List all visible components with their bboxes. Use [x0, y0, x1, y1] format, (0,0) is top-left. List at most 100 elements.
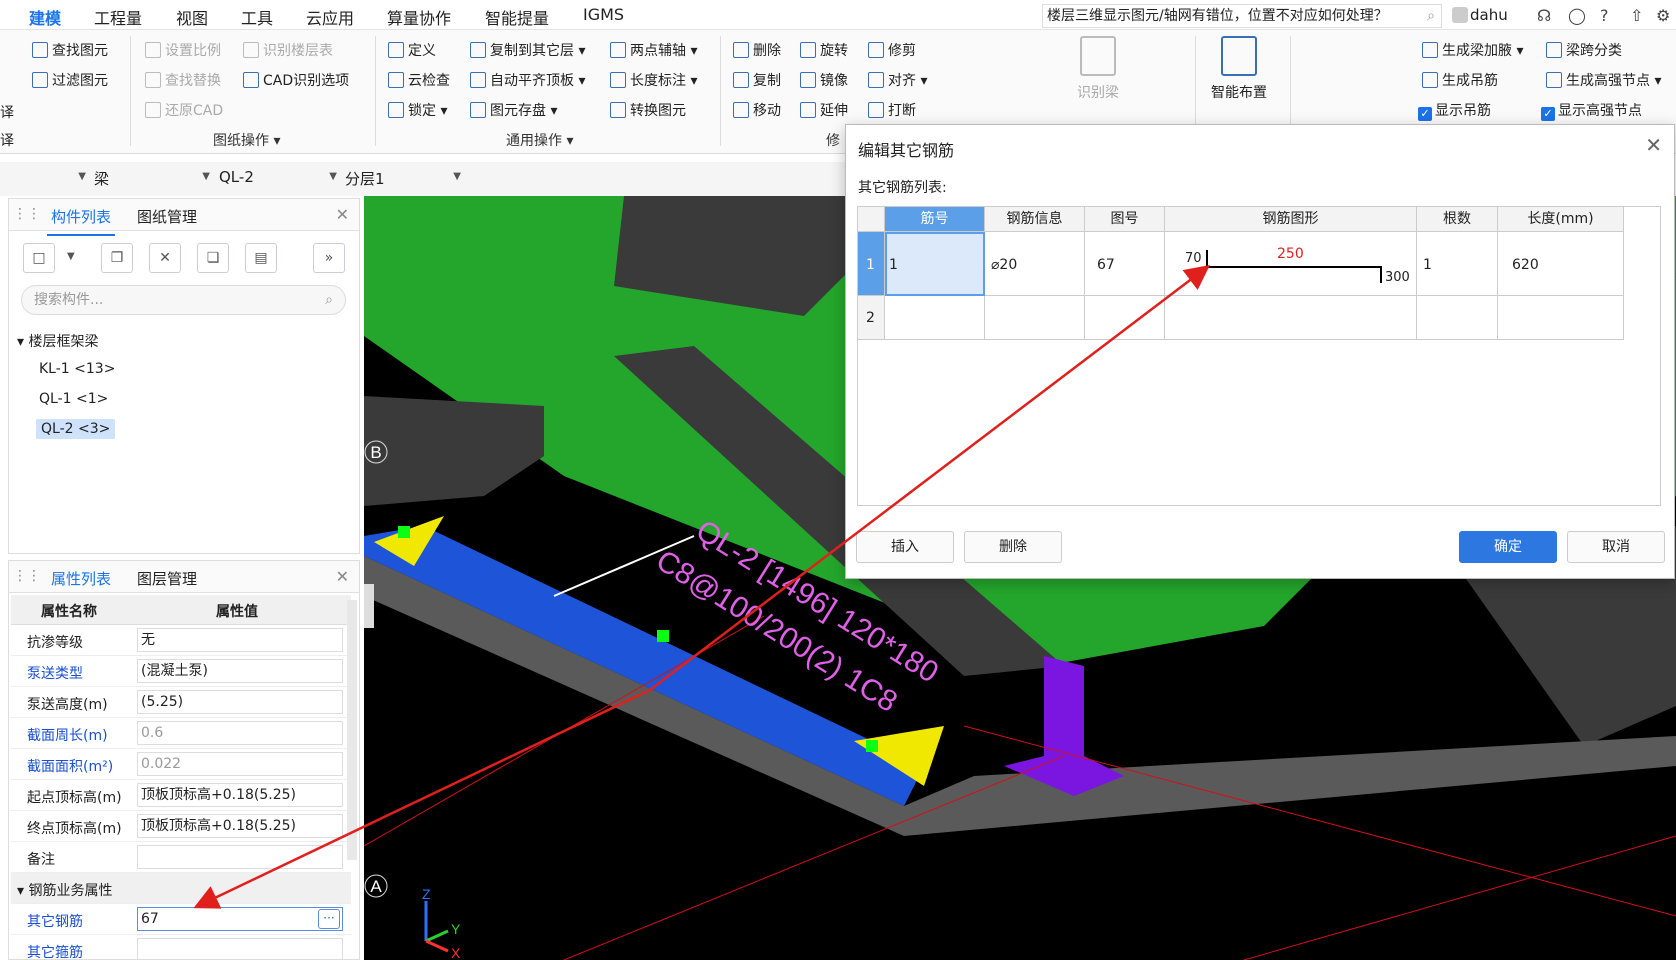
question-search-box[interactable]: 楼层三维显示图元/轴网有错位，位置不对应如何处理？ ⌕	[1042, 4, 1442, 28]
show-hs-node-checkbox[interactable]: ✓ 显示高强节点	[1541, 100, 1642, 121]
cell-length[interactable]	[1498, 296, 1624, 340]
delete-button[interactable]: 删除	[733, 40, 781, 60]
group-label-modify[interactable]: 修	[826, 130, 840, 150]
copy-to-floor-button[interactable]: 复制到其它层 ▾	[470, 40, 585, 60]
gen-haunch-button[interactable]: 生成梁加腋 ▾	[1422, 40, 1523, 60]
property-value[interactable]: 顶板顶标高+0.18(5.25)	[137, 814, 343, 838]
cell-figure-no[interactable]	[1085, 296, 1165, 340]
property-scrollbar[interactable]	[347, 600, 357, 860]
row-header[interactable]: 2	[858, 296, 885, 340]
row-header[interactable]: 1	[858, 232, 885, 296]
identify-beam-button[interactable]: 识别梁	[1075, 36, 1121, 102]
find-element-button[interactable]: 查找图元	[32, 40, 108, 60]
align-button[interactable]: 对齐 ▾	[868, 70, 927, 90]
element-store-button[interactable]: 图元存盘 ▾	[470, 100, 557, 120]
section-rebar[interactable]: ▾ 钢筋业务属性	[11, 873, 351, 904]
filter-element-button[interactable]: 过滤图元	[32, 70, 108, 90]
chat-icon[interactable]: ◯	[1568, 6, 1586, 25]
menu-igms[interactable]: IGMS	[583, 5, 624, 24]
property-value[interactable]: (混凝土泵)	[137, 659, 343, 683]
copy-component-button[interactable]: ❐	[101, 243, 133, 273]
define-button[interactable]: 定义	[388, 40, 436, 60]
two-point-axis-button[interactable]: 两点辅轴 ▾	[610, 40, 697, 60]
sublayer-select[interactable]: 分层1 ▼	[345, 168, 461, 189]
chevron-down-icon[interactable]: ▼	[67, 251, 75, 262]
help-icon[interactable]: ?	[1600, 6, 1609, 25]
close-icon[interactable]: ✕	[336, 205, 349, 224]
menu-quantity[interactable]: 工程量	[94, 5, 142, 29]
property-value[interactable]	[137, 938, 343, 959]
menu-modeling[interactable]: 建模	[29, 5, 62, 33]
property-value[interactable]: 顶板顶标高+0.18(5.25)	[137, 783, 343, 807]
auto-flat-button[interactable]: 自动平齐顶板 ▾	[470, 70, 585, 90]
smart-layout-button[interactable]: 智能布置	[1205, 36, 1273, 102]
component-search-input[interactable]: 搜索构件... ⌕	[21, 285, 346, 315]
cell-bar-shape[interactable]: 70 250 300	[1165, 232, 1417, 296]
move-button[interactable]: 移动	[733, 100, 781, 120]
cancel-button[interactable]: 取消	[1567, 531, 1665, 563]
layer-select[interactable]: 梁 ▼	[94, 168, 210, 189]
save-component-button[interactable]: ▤	[245, 243, 277, 273]
component-select[interactable]: QL-2 ▼	[219, 168, 337, 186]
cell-length[interactable]: 620	[1498, 232, 1624, 296]
cloud-check-button[interactable]: 云检查	[388, 70, 450, 90]
headset-icon[interactable]: ☊	[1537, 6, 1551, 25]
search-icon[interactable]: ⌕	[1427, 5, 1435, 27]
tab-property-list[interactable]: 属性列表	[46, 568, 116, 598]
menu-view[interactable]: 视图	[176, 5, 208, 29]
tree-root-frame-beam[interactable]: ▾ 楼层框架梁	[17, 331, 98, 351]
cell-bar-info[interactable]: ⌀20	[985, 232, 1085, 296]
drag-grip-icon[interactable]: ⋮⋮	[13, 206, 41, 222]
cell-figure-no[interactable]: 67	[1085, 232, 1165, 296]
group-label-drawing[interactable]: 图纸操作 ▾	[213, 130, 280, 150]
property-value[interactable]: 无	[137, 628, 343, 652]
property-value[interactable]	[137, 845, 343, 869]
skin-icon[interactable]: ⇧	[1630, 6, 1643, 25]
cell-bar-info[interactable]	[985, 296, 1085, 340]
insert-button[interactable]: 插入	[856, 531, 954, 563]
tab-layer-management[interactable]: 图层管理	[137, 568, 197, 589]
find-replace-button[interactable]: 查找替换	[145, 70, 221, 90]
delete-component-button[interactable]: ✕	[149, 243, 181, 273]
more-button[interactable]: »	[313, 243, 345, 273]
property-value[interactable]: (5.25)	[137, 690, 343, 714]
new-component-button[interactable]: □	[23, 243, 55, 273]
tab-component-list[interactable]: 构件列表	[46, 206, 116, 236]
layer-copy-button[interactable]: ❏	[197, 243, 229, 273]
copy-button[interactable]: 复制	[733, 70, 781, 90]
cad-options-button[interactable]: CAD识别选项	[243, 70, 349, 90]
tree-item-kl1[interactable]: KL-1 <13>	[39, 361, 115, 377]
mirror-button[interactable]: 镜像	[800, 70, 848, 90]
settings-icon[interactable]: ⚙	[1656, 6, 1670, 25]
gen-hanger-button[interactable]: 生成吊筋	[1422, 70, 1498, 90]
identify-floor-table-button[interactable]: 识别楼层表	[243, 40, 333, 60]
tree-item-ql2[interactable]: QL-2 <3>	[36, 419, 116, 439]
group-label-general[interactable]: 通用操作 ▾	[506, 130, 573, 150]
restore-cad-button[interactable]: 还原CAD	[145, 100, 223, 120]
delete-row-button[interactable]: 删除	[964, 531, 1062, 563]
cell-bar-no[interactable]: 1	[885, 232, 985, 296]
ellipsis-button[interactable]: ···	[318, 909, 340, 929]
lock-button[interactable]: 锁定 ▾	[388, 100, 447, 120]
other-rebar-input[interactable]: 67 ···	[137, 907, 343, 931]
ok-button[interactable]: 确定	[1459, 531, 1557, 563]
close-icon[interactable]: ✕	[1645, 133, 1662, 157]
cell-count[interactable]: 1	[1417, 232, 1498, 296]
length-dim-button[interactable]: 长度标注 ▾	[610, 70, 697, 90]
cell-count[interactable]	[1417, 296, 1498, 340]
menu-cloud[interactable]: 云应用	[306, 5, 354, 29]
gen-hs-node-button[interactable]: 生成高强节点 ▾	[1546, 70, 1661, 90]
menu-collab[interactable]: 算量协作	[387, 5, 451, 29]
close-icon[interactable]: ✕	[336, 567, 349, 586]
drag-grip-icon[interactable]: ⋮⋮	[13, 568, 41, 584]
tab-drawing-management[interactable]: 图纸管理	[137, 206, 197, 227]
menu-tools[interactable]: 工具	[241, 5, 273, 29]
cell-bar-no[interactable]	[885, 296, 985, 340]
search-icon[interactable]: ⌕	[325, 286, 333, 314]
span-class-button[interactable]: 梁跨分类	[1546, 40, 1622, 60]
user-name[interactable]: dahu	[1452, 6, 1508, 24]
menu-smart[interactable]: 智能提量	[485, 5, 549, 29]
show-hanger-checkbox[interactable]: ✓ 显示吊筋	[1418, 100, 1491, 121]
convert-element-button[interactable]: 转换图元	[610, 100, 686, 120]
rotate-button[interactable]: 旋转	[800, 40, 848, 60]
